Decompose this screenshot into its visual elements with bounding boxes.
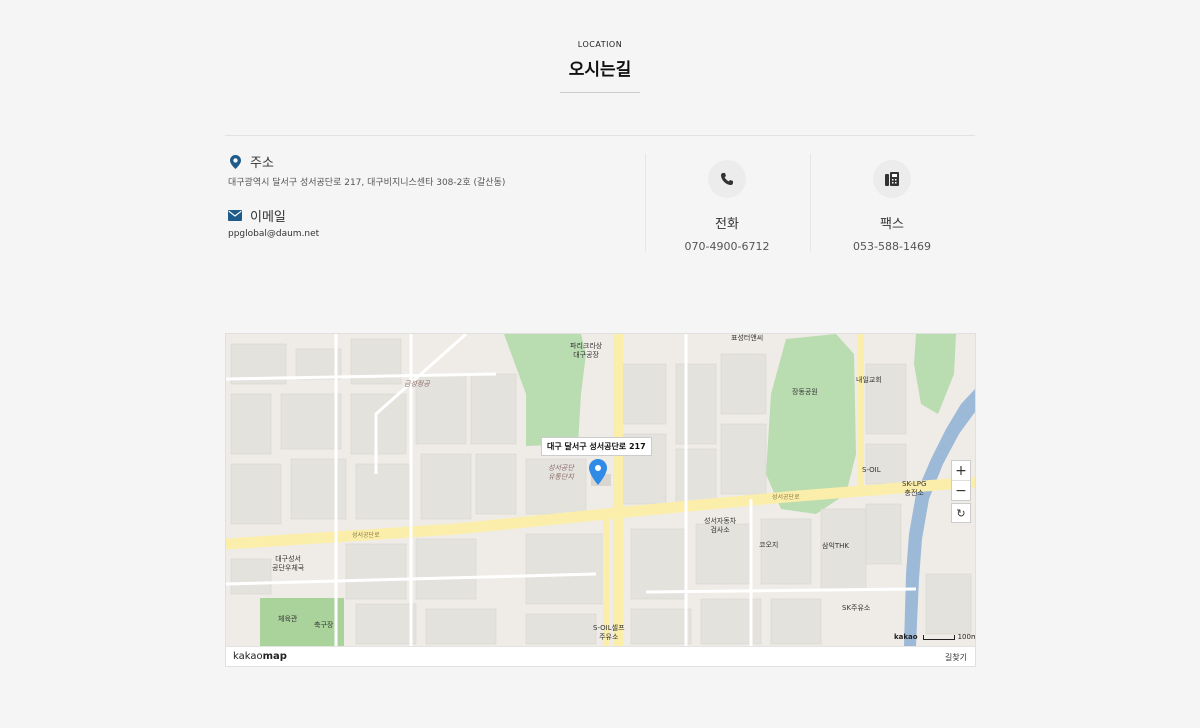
fax-label: 팩스 [880, 217, 904, 232]
email-value[interactable]: ppglobal@daum.net [228, 229, 638, 239]
reset-view-button[interactable]: ↻ [951, 503, 971, 523]
contact-info: 주소 대구광역시 달서구 성서공단로 217, 대구비지니스센타 308-2호 … [225, 152, 975, 253]
map-label-soil-self: S-OIL셀프 주유소 [593, 624, 625, 641]
map-footer: kakaomap 길찾기 [226, 646, 975, 666]
address-block: 주소 대구광역시 달서구 성서공단로 217, 대구비지니스센타 308-2호 … [228, 152, 638, 239]
email-label: 이메일 [250, 210, 286, 225]
address-label: 주소 [250, 156, 274, 171]
map-label-jangdong-park: 장동공원 [792, 388, 818, 396]
zoom-control: + − [951, 460, 971, 501]
map-label-paris: 파리크라상 대구공장 [570, 342, 603, 359]
map-label-road: 성서공단로 [352, 532, 380, 539]
email-title: 이메일 [228, 206, 638, 225]
address-value: 대구광역시 달서구 성서공단로 217, 대구비지니스센타 308-2호 (갈산… [228, 178, 506, 188]
zoom-out-button[interactable]: − [952, 480, 970, 500]
phone-label: 전화 [715, 217, 739, 232]
fax-block: 팩스 053-588-1469 [810, 160, 974, 253]
map-scale: kakao 100m [894, 633, 976, 641]
map-label-thk: 삼익THK [822, 542, 850, 550]
section-subtitle: LOCATION [577, 40, 623, 49]
map-label-soil: S-OIL [862, 466, 881, 474]
directions-link[interactable]: 길찾기 [945, 652, 967, 663]
location-marker-icon[interactable] [589, 459, 607, 489]
zoom-in-button[interactable]: + [952, 461, 970, 480]
kakaomap-logo[interactable]: kakaomap [233, 651, 287, 662]
map-label-geumseong: 금성정공 [404, 380, 430, 388]
map-label-post-office: 대구성서 공단우체국 [272, 555, 305, 572]
map-label-gym: 체육관 [278, 615, 298, 623]
map-pin-icon [228, 154, 242, 169]
map-label-church: 내일교회 [856, 376, 882, 384]
fax-number: 053-588-1469 [853, 240, 931, 253]
map-label-road: 성서공단로 [772, 494, 800, 501]
title-divider [560, 92, 640, 93]
envelope-icon [228, 209, 242, 223]
scale-bar [922, 634, 955, 640]
scale-text: 100m [957, 633, 976, 641]
map-label-sk-station: SK주유소 [842, 604, 871, 612]
map-label-soccer: 축구장 [314, 621, 334, 629]
info-top-divider [225, 135, 975, 136]
fax-icon [873, 160, 911, 198]
map-label-koji: 코오지 [759, 541, 779, 549]
section-header: LOCATION 오시는길 [0, 40, 1200, 93]
phone-block: 전화 070-4900-6712 [645, 160, 809, 253]
kakao-map[interactable]: 파리크라상 대구공장 성서공단 유통단지 장동공원 내일교회 S-OIL SK-LP… [225, 333, 976, 667]
page-title: 오시는길 [568, 60, 632, 80]
address-title: 주소 [228, 152, 638, 171]
map-label-pyoseong: 표성터앤씨 [731, 334, 764, 342]
email-block: 이메일 ppglobal@daum.net [228, 206, 638, 239]
map-callout-address: 대구 달서구 성서공단로 217 [541, 437, 652, 456]
map-label-distribution: 성서공단 유통단지 [548, 464, 574, 481]
map-label-sk-lpg: SK-LPG 충전소 [902, 480, 927, 497]
phone-icon [708, 160, 746, 198]
scale-logo: kakao [894, 633, 918, 641]
map-label-inspection: 성서자동차 검사소 [704, 517, 737, 534]
phone-number[interactable]: 070-4900-6712 [645, 240, 809, 253]
